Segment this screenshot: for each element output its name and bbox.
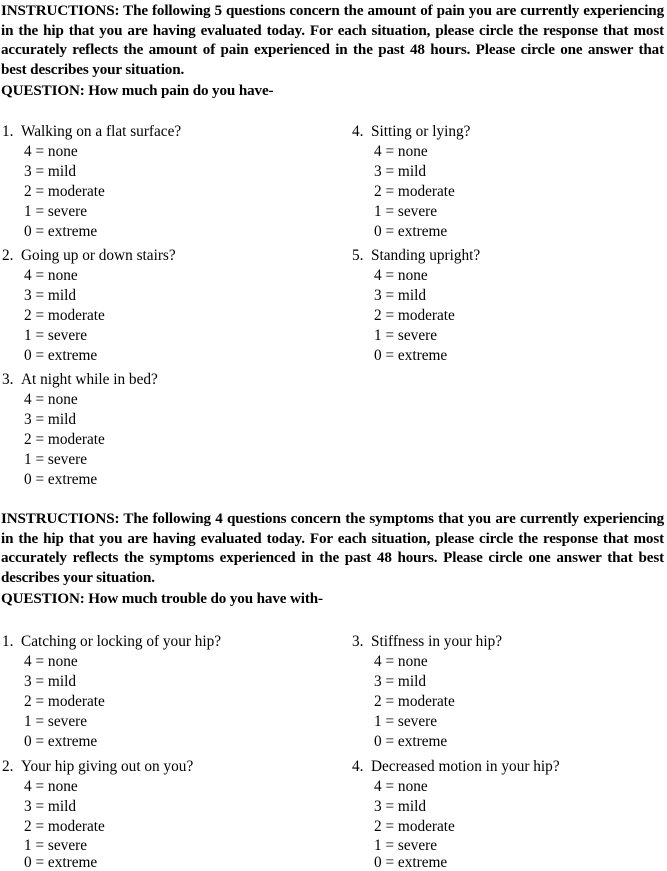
question-title: 3. At night while in bed?	[2, 370, 158, 390]
option-item[interactable]: 4 = none	[24, 390, 158, 410]
question-title: 3. Stiffness in your hip?	[352, 632, 502, 652]
question-number: 4.	[352, 758, 364, 775]
option-item[interactable]: 0 = extreme	[374, 222, 470, 242]
option-list: 4 = none 3 = mild 2 = moderate 1 = sever…	[2, 142, 181, 242]
option-item[interactable]: 0 = extreme	[24, 222, 181, 242]
symptoms-question-header: QUESTION: How much trouble do you have w…	[1, 591, 323, 607]
option-item[interactable]: 3 = mild	[24, 797, 193, 817]
question-number: 2.	[2, 758, 14, 775]
option-item[interactable]: 0 = extreme	[24, 470, 158, 490]
option-item[interactable]: 4 = none	[24, 266, 176, 286]
option-list: 4 = none 3 = mild 2 = moderate 1 = sever…	[2, 266, 176, 366]
question-item: 2. Your hip giving out on you? 4 = none 3…	[2, 757, 193, 871]
option-item[interactable]: 1 = severe	[24, 712, 221, 732]
option-item[interactable]: 0 = extreme	[374, 346, 480, 366]
question-text: Standing upright?	[371, 247, 481, 264]
option-item[interactable]: 2 = moderate	[24, 306, 176, 326]
option-item[interactable]: 4 = none	[374, 652, 502, 672]
option-item[interactable]: 1 = severe	[24, 326, 176, 346]
question-item: 1. Catching or locking of your hip? 4 = n…	[2, 632, 221, 752]
option-list: 4 = none 3 = mild 2 = moderate 1 = sever…	[352, 652, 502, 752]
option-item[interactable]: 2 = moderate	[24, 430, 158, 450]
option-item[interactable]: 1 = severe	[24, 202, 181, 222]
option-item[interactable]: 0 = extreme	[24, 854, 193, 871]
option-item[interactable]: 1 = severe	[24, 837, 193, 854]
question-text: Walking on a flat surface?	[21, 123, 182, 140]
option-item[interactable]: 3 = mild	[374, 672, 502, 692]
option-list: 4 = none 3 = mild 2 = moderate 1 = sever…	[352, 777, 560, 871]
question-text: Decreased motion in your hip?	[371, 758, 560, 775]
option-item[interactable]: 2 = moderate	[374, 692, 502, 712]
option-item[interactable]: 0 = extreme	[24, 346, 176, 366]
option-item[interactable]: 1 = severe	[374, 837, 560, 854]
question-item: 2. Going up or down stairs? 4 = none 3 = …	[2, 246, 176, 366]
question-title: 1. Walking on a flat surface?	[2, 122, 181, 142]
question-number: 1.	[2, 123, 14, 140]
question-item: 5. Standing upright? 4 = none 3 = mild 2 …	[352, 246, 480, 366]
option-item[interactable]: 3 = mild	[374, 797, 560, 817]
option-item[interactable]: 3 = mild	[24, 410, 158, 430]
option-item[interactable]: 2 = moderate	[24, 182, 181, 202]
option-item[interactable]: 0 = extreme	[374, 732, 502, 752]
option-item[interactable]: 1 = severe	[24, 450, 158, 470]
question-number: 3.	[352, 633, 364, 650]
question-title: 4. Sitting or lying?	[352, 122, 470, 142]
question-number: 3.	[2, 371, 14, 388]
question-title: 4. Decreased motion in your hip?	[352, 757, 560, 777]
option-item[interactable]: 4 = none	[24, 777, 193, 797]
question-item: 3. Stiffness in your hip? 4 = none 3 = mi…	[352, 632, 502, 752]
option-item[interactable]: 2 = moderate	[374, 817, 560, 837]
symptoms-instructions-paragraph: INSTRUCTIONS: The following 4 questions …	[1, 511, 664, 586]
option-item[interactable]: 1 = severe	[374, 202, 470, 222]
question-text: Going up or down stairs?	[21, 247, 176, 264]
questionnaire-page: INSTRUCTIONS: The following 5 questions …	[0, 0, 667, 871]
question-text: Sitting or lying?	[371, 123, 471, 140]
option-list: 4 = none 3 = mild 2 = moderate 1 = sever…	[352, 266, 480, 366]
question-item: 4. Decreased motion in your hip? 4 = none…	[352, 757, 560, 871]
option-item[interactable]: 4 = none	[374, 266, 480, 286]
question-title: 2. Going up or down stairs?	[2, 246, 176, 266]
option-list: 4 = none 3 = mild 2 = moderate 1 = sever…	[352, 142, 470, 242]
option-item[interactable]: 1 = severe	[374, 712, 502, 732]
option-item[interactable]: 2 = moderate	[374, 306, 480, 326]
question-title: 2. Your hip giving out on you?	[2, 757, 193, 777]
option-item[interactable]: 2 = moderate	[24, 692, 221, 712]
question-text: At night while in bed?	[21, 371, 158, 388]
option-list: 4 = none 3 = mild 2 = moderate 1 = sever…	[2, 652, 221, 752]
option-item[interactable]: 2 = moderate	[374, 182, 470, 202]
question-text: Catching or locking of your hip?	[21, 633, 222, 650]
question-number: 1.	[2, 633, 14, 650]
option-item[interactable]: 4 = none	[374, 142, 470, 162]
pain-question-header: QUESTION: How much pain do you have-	[1, 83, 274, 99]
option-item[interactable]: 4 = none	[374, 777, 560, 797]
option-list: 4 = none 3 = mild 2 = moderate 1 = sever…	[2, 390, 158, 490]
option-item[interactable]: 3 = mild	[24, 286, 176, 306]
question-title: 1. Catching or locking of your hip?	[2, 632, 221, 652]
question-item: 3. At night while in bed? 4 = none 3 = mi…	[2, 370, 158, 490]
question-number: 4.	[352, 123, 364, 140]
question-number: 2.	[2, 247, 14, 264]
option-list: 4 = none 3 = mild 2 = moderate 1 = sever…	[2, 777, 193, 871]
question-number: 5.	[352, 247, 364, 264]
question-item: 1. Walking on a flat surface? 4 = none 3 …	[2, 122, 181, 242]
question-text: Your hip giving out on you?	[21, 758, 194, 775]
pain-instructions-paragraph: INSTRUCTIONS: The following 5 questions …	[1, 3, 664, 78]
option-item[interactable]: 2 = moderate	[24, 817, 193, 837]
option-item[interactable]: 4 = none	[24, 142, 181, 162]
question-item: 4. Sitting or lying? 4 = none 3 = mild 2 …	[352, 122, 470, 242]
option-item[interactable]: 4 = none	[24, 652, 221, 672]
option-item[interactable]: 3 = mild	[374, 286, 480, 306]
option-item[interactable]: 0 = extreme	[374, 854, 560, 871]
option-item[interactable]: 1 = severe	[374, 326, 480, 346]
question-title: 5. Standing upright?	[352, 246, 480, 266]
option-item[interactable]: 3 = mild	[374, 162, 470, 182]
question-text: Stiffness in your hip?	[371, 633, 503, 650]
option-item[interactable]: 3 = mild	[24, 672, 221, 692]
option-item[interactable]: 0 = extreme	[24, 732, 221, 752]
option-item[interactable]: 3 = mild	[24, 162, 181, 182]
